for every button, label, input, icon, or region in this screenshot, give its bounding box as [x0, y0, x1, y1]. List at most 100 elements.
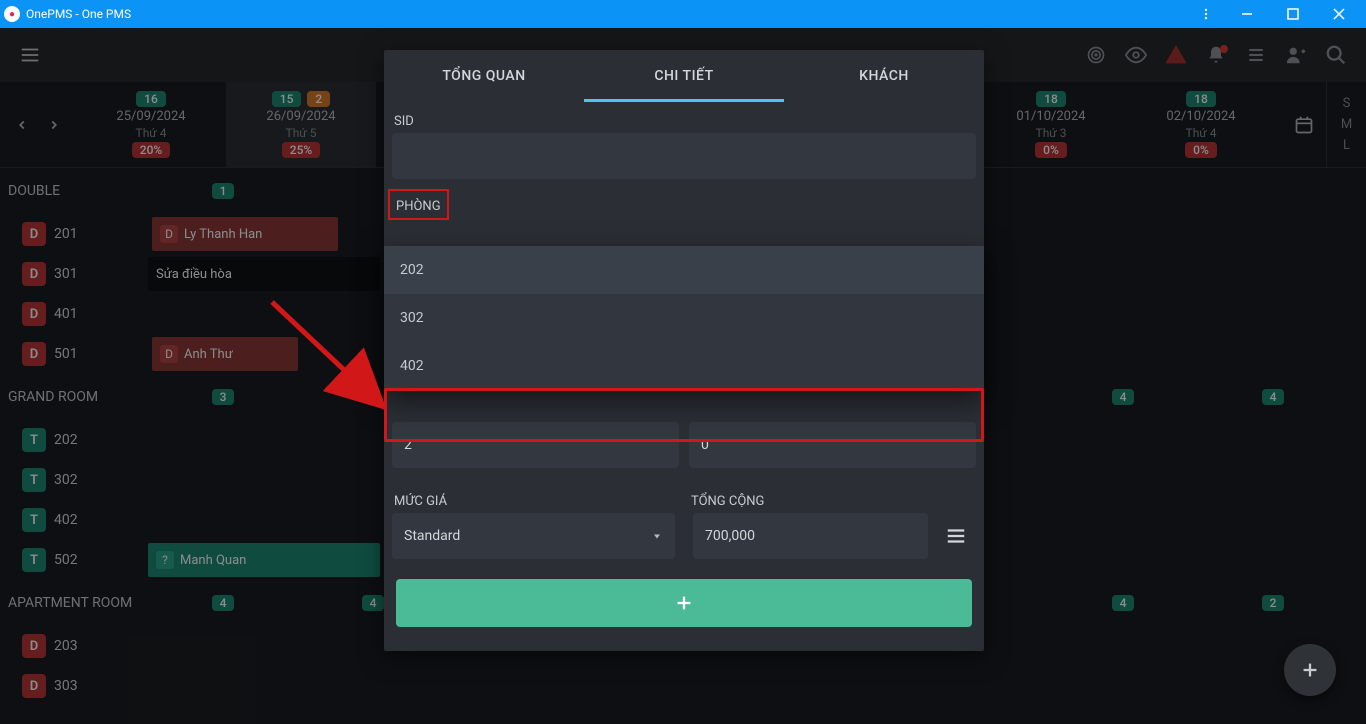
- day-occupancy-badge: 25%: [282, 142, 320, 158]
- view-size-l[interactable]: L: [1343, 138, 1350, 153]
- day-date: 02/10/2024: [1166, 109, 1235, 124]
- alert-icon[interactable]: [1156, 35, 1196, 75]
- dropdown-item[interactable]: 302: [384, 294, 984, 342]
- section-count-cell: 1: [148, 183, 298, 199]
- view-size-s[interactable]: S: [1343, 96, 1351, 111]
- booking-block[interactable]: DLy Thanh Han: [152, 217, 338, 251]
- tab-overview[interactable]: TỔNG QUAN: [384, 50, 584, 102]
- booking-label: Anh Thư: [184, 347, 233, 362]
- room-label: T402: [0, 508, 148, 532]
- section-count-cell: 4: [1048, 389, 1198, 405]
- price-lines-icon[interactable]: [936, 516, 976, 556]
- date-picker-icon[interactable]: [1282, 103, 1326, 147]
- day-weekday: Thứ 4: [1186, 126, 1217, 140]
- room-type-chip: D: [22, 342, 46, 366]
- view-size-m[interactable]: M: [1341, 117, 1352, 132]
- day-count-badge: 2: [307, 91, 330, 107]
- add-user-icon[interactable]: [1276, 35, 1316, 75]
- room-number: 502: [54, 552, 78, 568]
- room-number: 401: [54, 306, 78, 322]
- room-type-chip: T: [22, 428, 46, 452]
- room-number: 301: [54, 266, 78, 282]
- room-label: D303: [0, 674, 148, 698]
- day-date: 25/09/2024: [116, 109, 185, 124]
- day-weekday: Thứ 3: [1036, 126, 1067, 140]
- day-column[interactable]: 1802/10/2024Thứ 40%: [1126, 82, 1276, 167]
- day-weekday: Thứ 5: [286, 126, 317, 140]
- day-occupancy-badge: 20%: [132, 142, 170, 158]
- dropdown-item[interactable]: 402: [384, 342, 984, 390]
- more-menu-icon[interactable]: [1188, 7, 1224, 21]
- price-label: MỨC GIÁ: [394, 494, 677, 509]
- fab-add-button[interactable]: [1284, 644, 1336, 696]
- hamburger-menu-icon[interactable]: [10, 35, 50, 75]
- room-type-chip: T: [22, 468, 46, 492]
- day-column[interactable]: 15226/09/2024Thứ 525%: [226, 82, 376, 167]
- dropdown-item[interactable]: 202: [384, 246, 984, 294]
- room-type-chip: D: [22, 302, 46, 326]
- day-column[interactable]: 1625/09/2024Thứ 420%: [76, 82, 226, 167]
- booking-block[interactable]: D Anh Thư: [152, 337, 298, 371]
- view-size-toggle[interactable]: S M L: [1326, 82, 1366, 168]
- day-count-badge: 18: [1186, 91, 1216, 107]
- room-number: 203: [54, 638, 78, 654]
- day-column[interactable]: 18 01/10/2024 Thứ 3 0%: [976, 82, 1126, 167]
- section-count-cell: 3: [148, 389, 298, 405]
- room-type-chip: D: [22, 262, 46, 286]
- bell-icon[interactable]: [1196, 35, 1236, 75]
- children-input[interactable]: [689, 422, 976, 468]
- room-label: D 401: [0, 302, 148, 326]
- room-number: 202: [54, 432, 78, 448]
- booking-chip: D: [160, 345, 178, 363]
- room-label-highlight: PHÒNG: [388, 189, 449, 220]
- room-label: D501: [0, 342, 148, 366]
- next-day-button[interactable]: [47, 118, 61, 132]
- sid-label: SID: [394, 114, 974, 129]
- titlebar: ● OnePMS - One PMS: [0, 0, 1366, 28]
- dialog-tabs: TỔNG QUAN CHI TIẾT KHÁCH: [384, 50, 984, 102]
- day-count-badge: 15: [272, 91, 302, 107]
- section-count-badge: 4: [1262, 389, 1285, 405]
- section-title: GRAND ROOM: [8, 389, 148, 405]
- room-label: D 301: [0, 262, 148, 286]
- day-occupancy-badge: 0%: [1035, 142, 1067, 158]
- sid-input[interactable]: [392, 133, 976, 179]
- section-title: DOUBLE: [8, 183, 148, 199]
- add-button[interactable]: [396, 579, 972, 627]
- day-date: 01/10/2024: [1016, 109, 1085, 124]
- room-label: T 202: [0, 428, 148, 452]
- price-select-value: Standard: [404, 528, 460, 544]
- close-button[interactable]: [1316, 0, 1362, 28]
- booking-block[interactable]: Sửa điều hòa: [148, 257, 380, 291]
- section-count-cell: 4: [1048, 595, 1198, 611]
- room-type-chip: T: [22, 548, 46, 572]
- section-count-badge: 1: [212, 183, 235, 199]
- search-icon[interactable]: [1316, 35, 1356, 75]
- app-logo: ●: [4, 6, 20, 22]
- section-title: APARTMENT ROOM: [8, 595, 148, 611]
- total-label: TỔNG CỘNG: [691, 494, 974, 509]
- target-icon[interactable]: [1076, 35, 1116, 75]
- booking-label: Sửa điều hòa: [156, 267, 232, 282]
- list-icon[interactable]: [1236, 35, 1276, 75]
- booking-block[interactable]: ?Manh Quan: [148, 543, 380, 577]
- prev-day-button[interactable]: [15, 118, 29, 132]
- minimize-button[interactable]: [1224, 0, 1270, 28]
- notification-dot: [1220, 45, 1228, 53]
- total-input[interactable]: [693, 513, 928, 559]
- room-number: 201: [54, 226, 78, 242]
- room-label: PHÒNG: [396, 199, 441, 214]
- eye-icon[interactable]: [1116, 35, 1156, 75]
- day-count-badge: 18: [1036, 91, 1066, 107]
- room-number: 402: [54, 512, 78, 528]
- adults-input[interactable]: [392, 422, 679, 468]
- room-dropdown-list[interactable]: 202302402: [384, 246, 984, 390]
- room-row[interactable]: D303: [0, 666, 1366, 706]
- room-number: 302: [54, 472, 78, 488]
- maximize-button[interactable]: [1270, 0, 1316, 28]
- price-select[interactable]: Standard: [392, 513, 675, 559]
- day-count-badge: 16: [136, 91, 166, 107]
- calendar-nav: [0, 82, 76, 167]
- tab-guest[interactable]: KHÁCH: [784, 50, 984, 102]
- tab-detail[interactable]: CHI TIẾT: [584, 50, 784, 102]
